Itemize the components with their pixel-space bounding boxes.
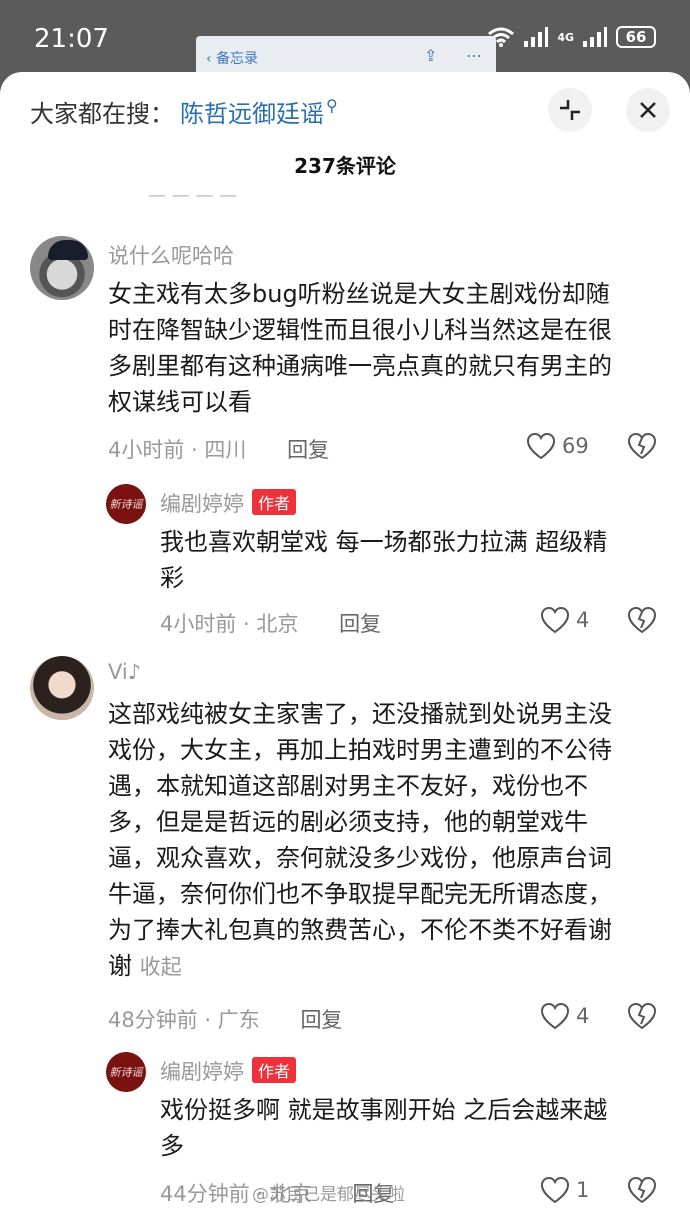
- comment-text: 女主戏有太多bug听粉丝说是大女主剧戏份却随 时在降智缺少逻辑性而且很小儿科当然…: [108, 276, 612, 420]
- comment-last-text: 谢: [108, 952, 132, 980]
- like-button[interactable]: 4: [540, 606, 589, 634]
- truncated-line: — — — —: [148, 185, 238, 202]
- reply-button[interactable]: 回复: [300, 1008, 342, 1032]
- like-count: 1: [576, 1178, 590, 1202]
- like-count: 69: [562, 434, 589, 458]
- reply-meta: 4小时前 · 北京 回复: [160, 608, 381, 638]
- collapse-text-button[interactable]: 收起: [140, 955, 182, 979]
- reply-username[interactable]: 编剧婷婷: [160, 492, 244, 516]
- reply-line: 彩: [160, 564, 184, 592]
- reply-line: 多: [160, 1132, 184, 1160]
- comment-line: 为了捧大礼包真的煞费苦心，不伦不类不好看谢: [108, 916, 612, 944]
- share-icon[interactable]: ⇪: [424, 46, 437, 65]
- comment-line: 时在降智缺少逻辑性而且很小儿科当然这是在很: [108, 316, 612, 344]
- close-icon: [640, 102, 656, 118]
- reply-line: 我也喜欢朝堂戏 每一场都张力拉满 超级精: [160, 528, 608, 556]
- dislike-icon[interactable]: [627, 1176, 657, 1204]
- reply-text: 我也喜欢朝堂戏 每一场都张力拉满 超级精 彩: [160, 524, 607, 596]
- comment-username[interactable]: Vi♪: [108, 660, 141, 684]
- collapse-icon: [560, 100, 580, 120]
- comment-line: 戏份，大女主，再加上拍戏时男主遭到的不公待: [108, 736, 612, 764]
- avatar[interactable]: [30, 656, 94, 720]
- author-avatar[interactable]: 新诗谣: [106, 1052, 146, 1092]
- reply-button[interactable]: 回复: [287, 438, 329, 462]
- dislike-icon[interactable]: [627, 432, 657, 460]
- comment-line: 女主戏有太多bug听粉丝说是大女主剧戏份却随: [108, 280, 610, 308]
- comment-line: 多，但是是哲远的剧必须支持，他的朝堂戏牛: [108, 808, 588, 836]
- reply-username-row: 编剧婷婷 作者: [160, 488, 297, 518]
- comment-text: 这部戏纯被女主家害了，还没播就到处说男主没 戏份，大女主，再加上拍戏时男主遭到的…: [108, 696, 612, 985]
- comment-line: 权谋线可以看: [108, 388, 252, 416]
- comment-line-last: 谢 收起: [108, 948, 612, 985]
- reply-time-location: 4小时前 · 北京: [160, 612, 299, 636]
- search-prefix: 大家都在搜：: [30, 100, 174, 128]
- comment-time-location: 4小时前 · 四川: [108, 438, 247, 462]
- comments-sheet: 大家都在搜： 陈哲远御廷谣 ⚲ 237条评论 — — — —: [0, 72, 690, 1209]
- collapse-button[interactable]: [548, 88, 592, 132]
- comment-line: 逼，观众喜欢，奈何就没多少戏份，他原声台词: [108, 844, 612, 872]
- author-badge: 作者: [252, 489, 297, 515]
- dislike-icon[interactable]: [627, 1002, 657, 1030]
- reply-line: 戏份挺多啊 就是故事刚开始 之后会越来越: [160, 1096, 608, 1124]
- reply-text: 戏份挺多啊 就是故事刚开始 之后会越来越 多: [160, 1092, 607, 1164]
- like-button[interactable]: 1: [540, 1176, 589, 1204]
- dislike-icon[interactable]: [627, 606, 657, 634]
- like-count: 4: [576, 1004, 590, 1028]
- like-button[interactable]: 4: [540, 1002, 589, 1030]
- reply-username-row: 编剧婷婷 作者: [160, 1056, 297, 1086]
- status-bar: 21:07 4G 66 ‹ 备忘录 ⇪ ⋯: [0, 0, 690, 80]
- comment-line: 遇，本就知道这部剧对男主不友好，戏份也不: [108, 772, 588, 800]
- author-avatar[interactable]: 新诗谣: [106, 484, 146, 524]
- watermark-text: @苏目已是郁尽头啦: [252, 1185, 405, 1205]
- memo-back-label: 备忘录: [216, 51, 259, 67]
- avatar[interactable]: [30, 236, 94, 300]
- network-type: 4G: [557, 30, 574, 44]
- status-icons: 4G 66: [487, 26, 656, 48]
- comment-line: 牛逼，奈何你们也不争取提早配完无所谓态度，: [108, 880, 612, 908]
- memo-back-button[interactable]: ‹ 备忘录: [206, 48, 258, 68]
- comment-meta: 4小时前 · 四川 回复: [108, 434, 329, 464]
- heart-icon: [526, 432, 556, 460]
- heart-icon: [540, 1176, 570, 1204]
- battery-icon: 66: [616, 26, 656, 48]
- trending-search[interactable]: 大家都在搜： 陈哲远御廷谣 ⚲: [30, 94, 338, 129]
- author-badge: 作者: [252, 1057, 297, 1083]
- status-time: 21:07: [34, 24, 109, 54]
- comment-time-location: 48分钟前 · 广东: [108, 1008, 260, 1032]
- more-icon[interactable]: ⋯: [466, 46, 482, 65]
- comment-username[interactable]: 说什么呢哈哈: [108, 240, 234, 270]
- close-button[interactable]: [626, 88, 670, 132]
- heart-icon: [540, 606, 570, 634]
- search-term-link[interactable]: 陈哲远御廷谣: [180, 94, 324, 129]
- comment-count-title: 237条评论: [294, 154, 396, 178]
- heart-icon: [540, 1002, 570, 1030]
- comment-meta: 48分钟前 · 广东 回复: [108, 1004, 342, 1034]
- search-icon: ⚲: [326, 96, 338, 115]
- like-count: 4: [576, 608, 590, 632]
- comment-line: 这部戏纯被女主家害了，还没播就到处说男主没: [108, 700, 612, 728]
- reply-button[interactable]: 回复: [339, 612, 381, 636]
- comment-line: 多剧里都有这种通病唯一亮点真的就只有男主的: [108, 352, 612, 380]
- like-button[interactable]: 69: [526, 432, 589, 460]
- reply-username[interactable]: 编剧婷婷: [160, 1060, 244, 1084]
- signal-icon-2: [583, 27, 607, 47]
- signal-icon: [524, 27, 549, 47]
